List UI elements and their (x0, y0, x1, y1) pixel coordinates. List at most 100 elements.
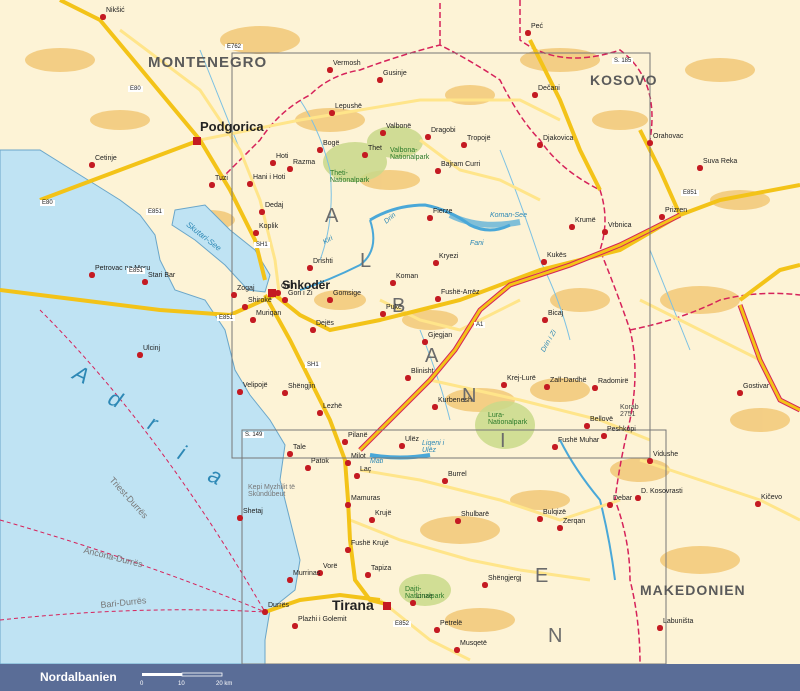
town-label: Musqetë (460, 640, 487, 647)
town-marker-icon (532, 92, 538, 98)
town-label: Petrelë (440, 620, 463, 627)
town-marker-icon (427, 215, 433, 221)
town-label: Kukës (547, 252, 567, 259)
town-marker-icon (482, 582, 488, 588)
country-letter: E (535, 565, 551, 587)
city-marker-icon (383, 602, 391, 610)
town-label: Muriqan (256, 310, 282, 317)
town-marker-icon (380, 311, 386, 317)
town-marker-icon (142, 279, 148, 285)
town-label: Bajram Curri (441, 161, 481, 168)
town-label: Fierze (433, 208, 453, 215)
town-marker-icon (544, 384, 550, 390)
city-marker-icon (193, 137, 201, 145)
town-marker-icon (557, 525, 563, 531)
town-marker-icon (435, 168, 441, 174)
town-marker-icon (399, 443, 405, 449)
town-marker-icon (247, 181, 253, 187)
town-marker-icon (282, 390, 288, 396)
town-marker-icon (552, 444, 558, 450)
town-label: Gori i Zi (288, 290, 313, 297)
country-label-kosovo: KOSOVO (590, 72, 658, 88)
town-label: Mamuras (351, 495, 381, 502)
town-label: Dragobi (431, 127, 456, 134)
scale-label-0: 0 (140, 681, 144, 686)
town-marker-icon (647, 458, 653, 464)
town-marker-icon (237, 389, 243, 395)
town-marker-icon (501, 382, 507, 388)
town-marker-icon (755, 501, 761, 507)
town-label: Radomirë (598, 378, 629, 385)
town-label: Kičevo (761, 494, 783, 501)
town-label: Krumë (575, 217, 596, 224)
road-label: SH1 (254, 242, 270, 248)
town-marker-icon (345, 547, 351, 553)
scale-bar: 0 10 20 km (140, 672, 232, 686)
town-label: Pukë (386, 304, 402, 311)
town-label: Stari Bar (148, 272, 176, 279)
road-label: E851 (217, 315, 236, 321)
town-marker-icon (647, 140, 653, 146)
town-label: Gostivar (743, 383, 770, 390)
town-label: D. Kosovrasti (641, 488, 683, 495)
town-label: Peshkopi (607, 426, 636, 433)
road-label: E762 (225, 44, 244, 50)
town-label: Gusinje (383, 70, 407, 77)
town-marker-icon (253, 230, 259, 236)
town-marker-icon (584, 423, 590, 429)
town-marker-icon (537, 516, 543, 522)
map[interactable]: MONTENEGRO KOSOVO MAKEDONIEN A L B A N I E N Ad r i a P… (0, 0, 800, 665)
town-label: Kurbenesh (438, 397, 472, 404)
park-label: Valbona-Nationalpark (390, 147, 430, 161)
town-label: Fushë Krujë (351, 540, 389, 547)
town-marker-icon (89, 162, 95, 168)
town-label: Krujë (375, 510, 392, 517)
town-marker-icon (607, 502, 613, 508)
town-marker-icon (422, 339, 428, 345)
town-label: Shulbarë (461, 511, 490, 518)
water-label: Kiri (322, 234, 335, 247)
town-label: Plazhi i Golemit (298, 616, 347, 623)
town-label: Burrel (448, 471, 467, 478)
town-marker-icon (310, 327, 316, 333)
town-marker-icon (362, 152, 368, 158)
town-label: Bulqizë (543, 509, 566, 516)
town-label: Ulcinj (143, 345, 161, 352)
town-label: Bellovë (590, 416, 613, 423)
town-label: Thet (368, 145, 383, 152)
town-label: Bicaj (548, 310, 564, 317)
town-label: Vorë (323, 563, 338, 570)
town-marker-icon (525, 30, 531, 36)
town-label: Tropojë (467, 135, 491, 142)
town-label: Hani i Hoti (253, 174, 286, 181)
town-marker-icon (659, 214, 665, 220)
town-marker-icon (737, 390, 743, 396)
town-label: Suva Reka (703, 158, 738, 165)
town-label: Zall-Dardhë (550, 377, 587, 384)
town-label: Dejës (316, 320, 334, 327)
country-letter: L (360, 250, 374, 272)
town-label: Orahovac (653, 133, 684, 140)
water-label: Fani (470, 240, 484, 247)
town-label: Cetinje (95, 155, 117, 162)
town-marker-icon (455, 518, 461, 524)
town-marker-icon (209, 182, 215, 188)
town-label: Patok (311, 458, 329, 465)
town-marker-icon (377, 77, 383, 83)
town-label: Zogaj (237, 285, 255, 292)
town-marker-icon (287, 451, 293, 457)
town-label: Milot (351, 453, 366, 460)
town-marker-icon (342, 439, 348, 445)
town-label: Valbonë (386, 123, 412, 130)
town-marker-icon (262, 609, 268, 615)
town-label: Labuništa (663, 618, 694, 625)
town-marker-icon (287, 166, 293, 172)
cape-label: Kepi Myzhilit të Skündübeut (248, 484, 296, 498)
sea-letter: A (69, 360, 94, 389)
water-label: Liqeni i Ulëz (422, 440, 445, 454)
town-marker-icon (435, 296, 441, 302)
town-marker-icon (461, 142, 467, 148)
town-marker-icon (250, 317, 256, 323)
town-marker-icon (287, 577, 293, 583)
town-marker-icon (602, 229, 608, 235)
